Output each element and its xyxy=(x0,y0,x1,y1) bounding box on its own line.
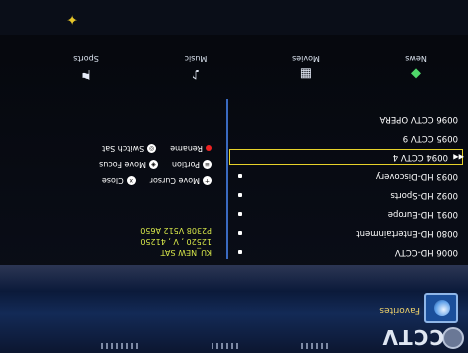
channel-name: HD-Discovery xyxy=(375,171,434,181)
cctv-logo-icon xyxy=(442,327,464,349)
red-key-icon xyxy=(206,145,212,152)
page-key-icon: ≡ xyxy=(203,160,212,169)
transponder-info: KU_NEW SAT 12520 , V , 41250 P2308 V512 … xyxy=(140,225,212,258)
channel-number: 0080 xyxy=(436,228,458,238)
channel-dot-icon xyxy=(238,193,242,197)
channel-number: 0091 xyxy=(436,209,458,219)
satellite-name: KU_NEW SAT xyxy=(160,248,212,257)
channel-number: 0095 xyxy=(436,133,458,143)
key-help: + Move Cursor x Close ≡ Portion ◈ Move Focus… xyxy=(99,137,212,185)
top-strip: ✦ xyxy=(0,0,468,35)
selection-arrow-icon: ◀◀ xyxy=(453,153,464,161)
channel-dot-icon xyxy=(238,231,242,235)
corner-logo-icon: ✦ xyxy=(66,11,78,27)
channel-name: HD-Entertainment xyxy=(356,228,434,238)
channel-number: 0006 xyxy=(436,247,458,257)
news-icon: ◆ xyxy=(411,66,421,81)
channel-name: HD-CCTV xyxy=(394,247,434,257)
channel-row[interactable]: 0092 HD-Sports xyxy=(230,188,462,202)
help-move-focus: Move Focus xyxy=(99,160,146,169)
exit-key-icon: x xyxy=(126,176,136,185)
channel-number: 0093 xyxy=(436,171,458,181)
channel-list: 0006 HD-CCTV 0080 HD-Entertainment 0091 … xyxy=(229,107,464,259)
channel-brand-text: CCTV xyxy=(381,325,444,349)
help-close: Close xyxy=(101,176,124,185)
tv-screen: CCTV Favorites 0006 HD-CCTV 0080 HD-Ente… xyxy=(0,0,468,353)
music-icon: ♪ xyxy=(191,66,201,81)
help-rename: Rename xyxy=(170,144,203,153)
channel-number: 0096 xyxy=(436,114,458,124)
movies-icon: ▦ xyxy=(299,66,313,81)
ok-key-icon: + xyxy=(203,176,212,185)
help-switch-sat: Switch Sat xyxy=(102,144,145,153)
pid-values: P2308 V512 A650 xyxy=(140,226,212,235)
sports-icon: ⚑ xyxy=(80,66,92,81)
tab-sports[interactable]: ⚑ Sports xyxy=(42,54,130,81)
focus-key-icon: ◈ xyxy=(148,160,158,169)
sat-key-icon: ◎ xyxy=(147,144,157,153)
transponder-values: 12520 , V , 41250 xyxy=(140,237,212,246)
channel-name: HD-Europe xyxy=(387,209,434,219)
channel-row[interactable]: 0093 HD-Discovery xyxy=(230,169,462,183)
channel-number: 0094 xyxy=(426,152,448,162)
channel-row[interactable]: 0095 CCTV 9 xyxy=(230,131,462,145)
favorites-title: Favorites xyxy=(379,305,420,315)
help-portion: Portion xyxy=(171,160,200,169)
channel-name: CCTV OPERA xyxy=(379,114,434,124)
channel-name: CCTV 9 xyxy=(402,133,434,143)
channel-dot-icon xyxy=(238,250,242,254)
channel-row-selected[interactable]: ◀◀ 0094 CCTV 4 xyxy=(229,149,464,165)
channel-row[interactable]: 0006 HD-CCTV xyxy=(230,245,462,259)
favorites-bar: CCTV Favorites xyxy=(0,265,468,353)
channel-dot-icon xyxy=(238,212,242,216)
channel-name: CCTV 4 xyxy=(392,152,424,162)
channel-number: 0092 xyxy=(436,190,458,200)
channel-row[interactable]: 0080 HD-Entertainment xyxy=(230,226,462,240)
channel-dot-icon xyxy=(238,174,242,178)
panel-divider xyxy=(226,99,228,259)
channel-row[interactable]: 0096 CCTV OPERA xyxy=(230,112,462,126)
channel-name: HD-Sports xyxy=(390,190,434,200)
channel-row[interactable]: 0091 HD-Europe xyxy=(230,207,462,221)
tab-news[interactable]: ◆ News xyxy=(372,54,460,81)
favorites-icon[interactable] xyxy=(424,293,458,323)
category-tabs: ◆ News ▦ Movies ♪ Music ⚑ Sports xyxy=(0,31,468,91)
tab-music[interactable]: ♪ Music xyxy=(152,54,240,81)
help-move-cursor: Move Cursor xyxy=(149,176,200,185)
tab-movies[interactable]: ▦ Movies xyxy=(262,54,350,81)
